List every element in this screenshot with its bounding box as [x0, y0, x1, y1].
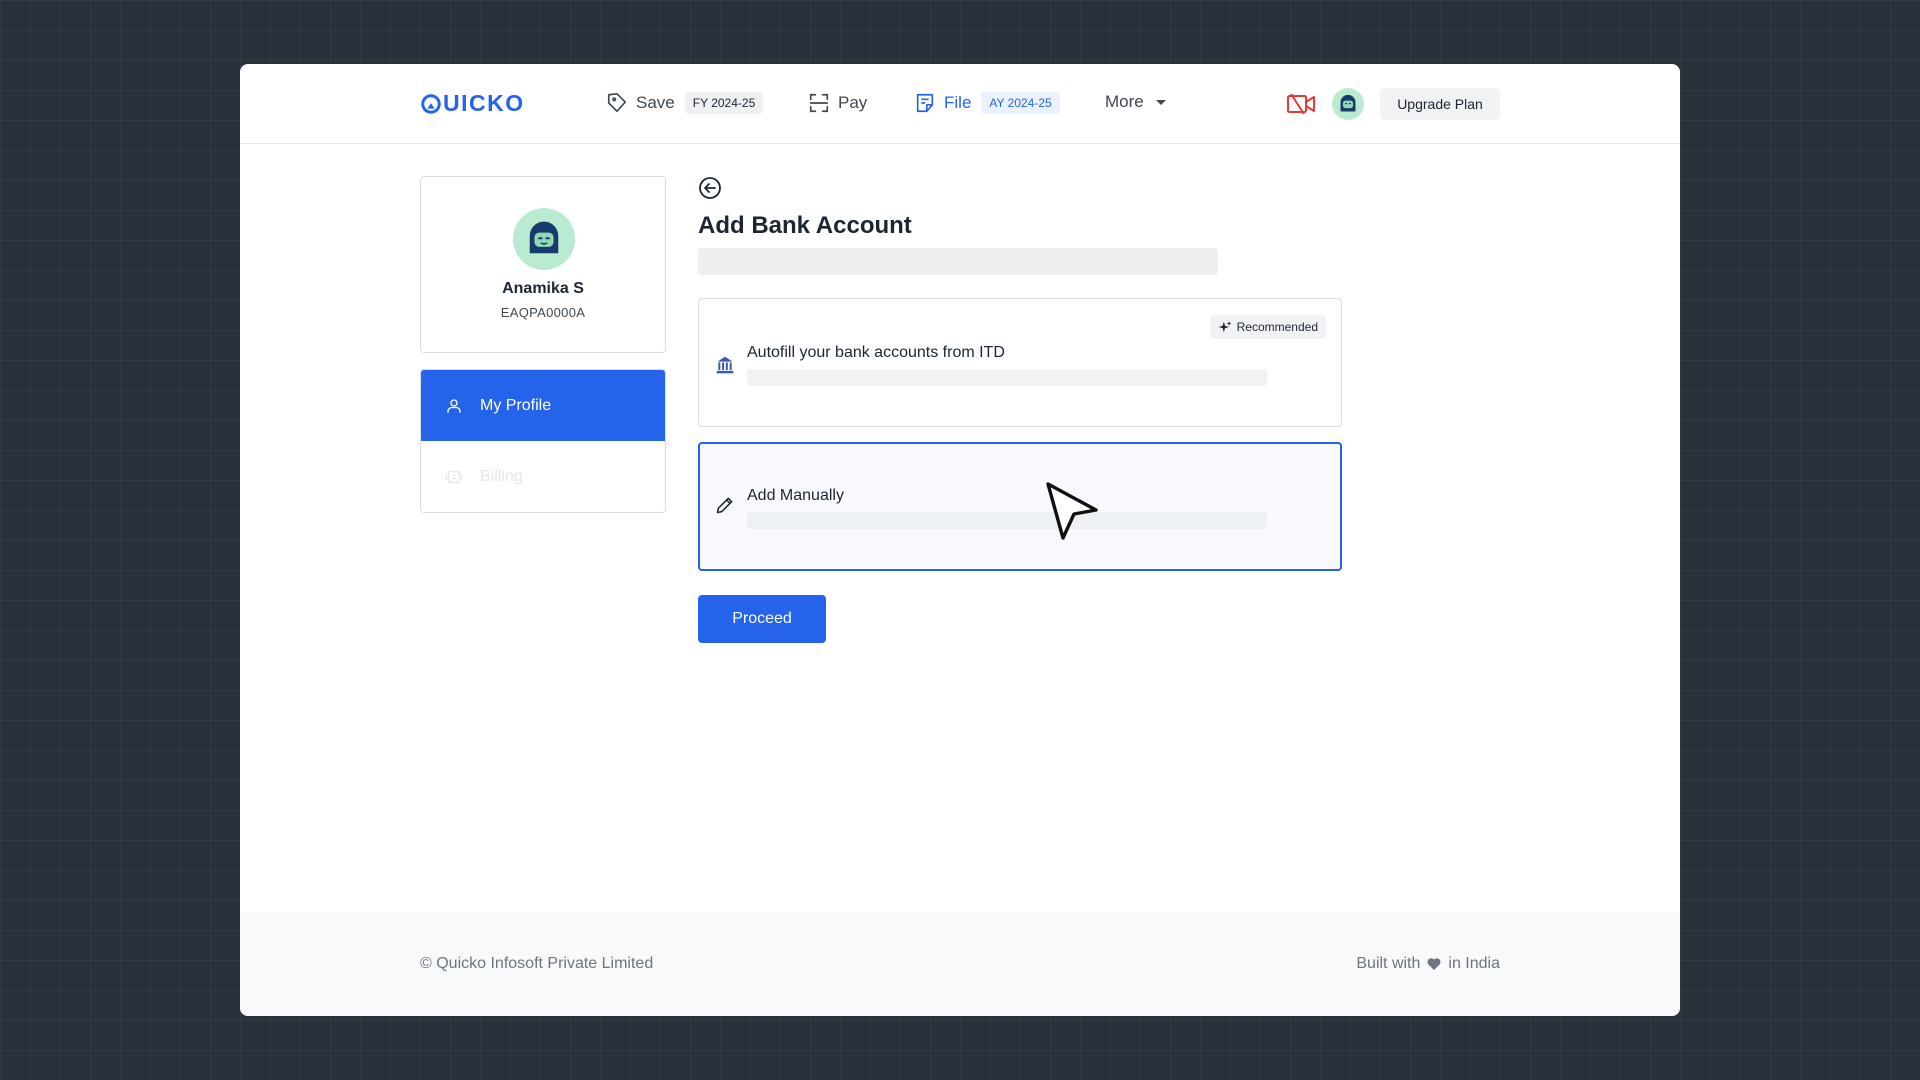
sidebar-menu: My Profile Billing: [420, 369, 666, 513]
user-avatar[interactable]: [1332, 88, 1364, 120]
nav-pay-label: Pay: [838, 93, 868, 112]
tag-icon: [607, 93, 627, 113]
option-label: Autofill your bank accounts from ITD: [747, 344, 1005, 361]
logo-q-icon: [421, 93, 441, 114]
scan-icon: [809, 93, 829, 113]
avatar-face-icon: [529, 221, 559, 254]
upgrade-plan-button[interactable]: Upgrade Plan: [1380, 88, 1500, 120]
option-description-placeholder: [747, 369, 1267, 386]
nav-save-year-pill: FY 2024-25: [684, 92, 764, 114]
nav-file-year-pill: AY 2024-25: [981, 92, 1060, 114]
footer: © Quicko Infosoft Private Limited Built …: [240, 912, 1680, 1016]
billing-icon: [445, 470, 463, 483]
nav-file-label: File: [944, 93, 972, 112]
sparkle-icon: [1218, 321, 1232, 333]
nav-save[interactable]: Save FY 2024-25: [606, 92, 764, 114]
heart-icon: [1427, 958, 1441, 970]
video-camera-icon[interactable]: [1286, 93, 1316, 115]
option-add-manually[interactable]: Add Manually: [698, 442, 1342, 571]
file-note-icon: [916, 93, 934, 113]
user-icon: [447, 398, 461, 413]
nav-file[interactable]: File AY 2024-25: [914, 92, 1060, 114]
bank-icon: [716, 356, 734, 374]
nav-more-label: More: [1105, 92, 1144, 111]
option-description-placeholder: [747, 512, 1267, 529]
nav-pay[interactable]: Pay: [808, 92, 867, 114]
profile-name: Anamika S: [502, 280, 584, 297]
recommended-badge-label: Recommended: [1236, 320, 1318, 334]
recommended-badge: Recommended: [1209, 315, 1326, 339]
built-with-suffix: in India: [1448, 955, 1500, 972]
avatar-face-icon: [1340, 94, 1356, 112]
proceed-button[interactable]: Proceed: [698, 595, 826, 643]
mouse-pointer-icon: [1046, 482, 1098, 540]
profile-card: Anamika S EAQPA0000A: [420, 176, 666, 353]
option-label: Add Manually: [747, 487, 844, 504]
logo-text: UICKO: [443, 90, 525, 116]
sidebar-item-label: My Profile: [480, 396, 552, 414]
footer-copyright: © Quicko Infosoft Private Limited: [420, 955, 654, 972]
app-window: UICKO Save FY 2024-25 Pay File AY 2024-2…: [240, 64, 1680, 1016]
option-autofill-itd[interactable]: Recommended Autofill your bank accounts …: [698, 298, 1342, 427]
nav-more-dropdown[interactable]: More: [1105, 92, 1166, 112]
caret-down-icon: [1155, 99, 1166, 105]
built-with-prefix: Built with: [1356, 955, 1421, 972]
sidebar-item-billing[interactable]: Billing: [421, 441, 665, 512]
profile-avatar: [513, 208, 575, 270]
back-arrow-icon[interactable]: [698, 176, 722, 200]
quicko-logo[interactable]: UICKO: [420, 90, 525, 117]
pencil-icon: [716, 497, 733, 514]
footer-built-with: Built with in India: [1356, 955, 1500, 973]
profile-pan: EAQPA0000A: [500, 305, 586, 320]
nav-save-label: Save: [636, 93, 675, 112]
subtitle-placeholder: [698, 248, 1218, 275]
sidebar-item-my-profile[interactable]: My Profile: [421, 370, 665, 441]
top-navigation-bar: UICKO Save FY 2024-25 Pay File AY 2024-2…: [240, 64, 1680, 144]
page-title: Add Bank Account: [698, 212, 912, 239]
sidebar-item-label: Billing: [480, 467, 523, 485]
